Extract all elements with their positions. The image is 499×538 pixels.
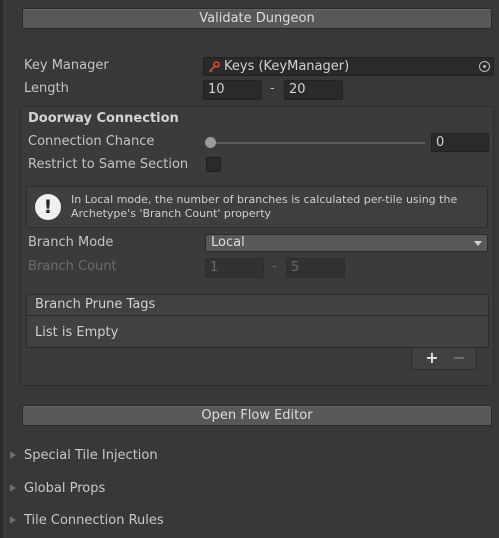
length-max-field[interactable]: 20	[284, 80, 343, 100]
length-min-field[interactable]: 10	[203, 80, 262, 100]
open-flow-editor-button[interactable]: Open Flow Editor	[22, 405, 492, 426]
branch-count-min-field: 1	[205, 258, 264, 278]
branch-mode-label: Branch Mode	[28, 235, 114, 250]
list-footer: + −	[411, 348, 477, 370]
remove-item-button[interactable]: −	[448, 348, 470, 368]
branch-count-label: Branch Count	[28, 259, 117, 274]
info-icon: !	[35, 194, 61, 220]
validate-dungeon-button[interactable]: Validate Dungeon	[22, 8, 492, 29]
inspector-left-edge	[0, 0, 3, 538]
key-manager-label: Key Manager	[24, 58, 109, 73]
help-line-1: In Local mode, the number of branches is…	[71, 193, 458, 206]
branch-count-max-field: 5	[286, 258, 345, 278]
foldout-label: Special Tile Injection	[24, 448, 158, 463]
branch-mode-value: Local	[211, 235, 245, 250]
foldout-label: Global Props	[24, 481, 106, 496]
key-icon	[208, 61, 220, 73]
dungeon-inspector: Validate Dungeon Key Manager Keys (KeyMa…	[0, 0, 499, 538]
doorway-connection-header: Doorway Connection	[28, 111, 179, 126]
help-line-2: Archetype's 'Branch Count' property	[71, 207, 272, 220]
chevron-right-icon	[10, 515, 16, 524]
connection-chance-label: Connection Chance	[28, 134, 155, 149]
foldout-special-tile-injection[interactable]: Special Tile Injection	[10, 448, 158, 466]
restrict-same-section-label: Restrict to Same Section	[28, 157, 189, 172]
connection-chance-field[interactable]: 0	[431, 133, 489, 152]
object-picker-icon[interactable]	[479, 61, 490, 72]
key-manager-value: Keys (KeyManager)	[224, 59, 350, 74]
foldout-tile-connection-rules[interactable]: Tile Connection Rules	[10, 513, 164, 531]
connection-chance-slider-track[interactable]	[209, 142, 425, 144]
branch-prune-tags-list: List is Empty	[26, 316, 489, 348]
connection-chance-slider-thumb[interactable]	[205, 137, 216, 148]
branch-mode-dropdown[interactable]: Local	[205, 234, 488, 252]
branch-help-box: ! In Local mode, the number of branches …	[26, 186, 488, 228]
chevron-right-icon	[10, 450, 16, 459]
branch-help-text: In Local mode, the number of branches is…	[71, 193, 481, 221]
length-label: Length	[24, 81, 69, 96]
branch-prune-tags-header: Branch Prune Tags	[26, 294, 489, 316]
length-separator: -	[270, 81, 275, 96]
restrict-same-section-checkbox[interactable]	[206, 157, 221, 172]
chevron-down-icon	[474, 241, 482, 246]
foldout-label: Tile Connection Rules	[24, 513, 164, 528]
add-item-button[interactable]: +	[421, 348, 443, 368]
key-manager-field[interactable]: Keys (KeyManager)	[203, 57, 494, 76]
branch-count-separator: -	[272, 259, 277, 274]
chevron-right-icon	[10, 483, 16, 492]
foldout-global-props[interactable]: Global Props	[10, 481, 105, 499]
